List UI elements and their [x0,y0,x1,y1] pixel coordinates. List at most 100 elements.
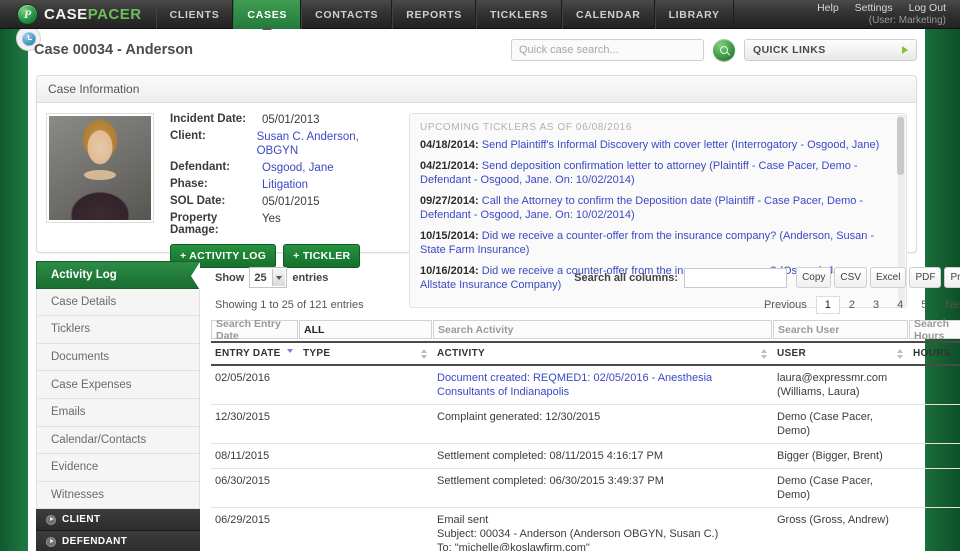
copy-button[interactable]: Copy [796,267,832,288]
field-value-link[interactable]: Osgood, Jane [262,161,334,175]
nav-tab-contacts[interactable]: CONTACTS [301,0,393,29]
expand-right-icon [46,536,56,547]
sidebar-section-defendant[interactable]: DEFENDANT [36,531,200,551]
help-link[interactable]: Help [817,2,839,14]
cell-hours [909,443,960,469]
table-body: 02/05/2016 Document created: REQMED1: 02… [211,365,960,551]
sidebar-item-ticklers[interactable]: Ticklers [36,316,200,344]
case-workspace: Activity Log Case Details Ticklers Docum… [36,261,960,551]
search-all-columns-label: Search all columns: [574,271,679,284]
field-value: 05/01/2015 [262,196,320,208]
tickler-date: 04/21/2014: [420,159,479,172]
tickler-text: Call the Attorney to confirm the Deposit… [420,194,864,222]
brand-wordmark: CASEPACER [44,6,142,23]
pagination-next[interactable]: Next [936,297,960,313]
pagination-previous[interactable]: Previous [755,297,816,313]
table-row[interactable]: 06/29/2015 Email sent Subject: 00034 - A… [211,507,960,551]
search-button[interactable] [713,39,735,61]
print-button[interactable]: Print [944,267,960,288]
nav-tabs: CLIENTS CASES CONTACTS REPORTS TICKLERS … [155,0,734,29]
nav-tab-clients[interactable]: CLIENTS [155,0,234,29]
column-label: TYPE [303,348,331,359]
table-row[interactable]: 06/30/2015 Settlement completed: 06/30/2… [211,468,960,508]
sort-arrows-icon [421,349,428,360]
nav-tab-ticklers[interactable]: TICKLERS [475,0,563,29]
nav-tab-cases[interactable]: CASES [233,0,302,29]
pagination-page-2[interactable]: 2 [840,297,864,313]
sidebar-item-case-expenses[interactable]: Case Expenses [36,371,200,399]
sidebar-item-witnesses[interactable]: Witnesses [36,481,200,510]
pdf-button[interactable]: PDF [909,267,942,288]
column-label: USER [777,348,806,359]
tickler-item[interactable]: 09/27/2014: Call the Attorney to confirm… [420,194,896,223]
quick-case-search-input[interactable] [511,39,704,61]
sidebar-item-documents[interactable]: Documents [36,343,200,372]
left-green-rail [0,29,28,551]
filter-user-input[interactable]: Search User [773,320,908,339]
csv-button[interactable]: CSV [834,267,867,288]
activity-link[interactable]: Document created: REQMED1: 02/05/2016 - … [437,372,712,398]
sort-arrows-icon [287,349,294,360]
filter-activity-input[interactable]: Search Activity [433,320,772,339]
tickler-item[interactable]: 04/18/2014: Send Plaintiff's Informal Di… [420,138,896,153]
field-value-link[interactable]: Susan C. Anderson, OBGYN [257,130,395,158]
field-defendant: Defendant: Osgood, Jane [170,161,395,175]
pagination-page-4[interactable]: 4 [888,297,912,313]
column-header-type[interactable]: TYPE [299,341,433,366]
nav-tab-reports[interactable]: REPORTS [392,0,476,29]
cell-hours [909,507,960,551]
sidebar-item-evidence[interactable]: Evidence [36,454,200,482]
column-header-user[interactable]: USER [773,341,909,366]
sidebar-item-activity-log[interactable]: Activity Log [36,261,200,290]
search-all-columns-input[interactable] [684,267,788,288]
column-header-entry-date[interactable]: ENTRY DATE [211,341,299,366]
filter-entry-date-cell: Search Entry Date [211,318,299,342]
export-buttons: Copy CSV Excel PDF Print [796,267,960,288]
field-phase: Phase: Litigation [170,178,395,192]
cell-user: laura@expressmr.com (Williams, Laura) [773,365,909,405]
column-header-hours[interactable]: HOURS [909,341,960,366]
field-client: Client: Susan C. Anderson, OBGYN [170,130,395,158]
nav-tab-library[interactable]: LIBRARY [654,0,734,29]
sidebar-section-client[interactable]: CLIENT [36,509,200,532]
sidebar-section-label: CLIENT [62,514,101,526]
tickler-text: Send deposition confirmation letter to a… [420,159,858,187]
field-label: SOL Date: [170,195,226,207]
cell-type [299,507,433,551]
filter-user-cell: Search User [773,320,909,342]
page-title: Case 00034 - Anderson [34,42,194,58]
cell-activity: Settlement completed: 08/11/2015 4:16:17… [433,443,773,469]
settings-link[interactable]: Settings [855,2,893,14]
play-arrow-icon [902,46,908,54]
cell-activity[interactable]: Document created: REQMED1: 02/05/2016 - … [433,365,773,405]
table-header-row: ENTRY DATE TYPE ACTIVITY USER HOURS [211,341,960,366]
excel-button[interactable]: Excel [869,267,907,288]
tickler-item[interactable]: 04/21/2014: Send deposition confirmation… [420,159,896,188]
sidebar-item-case-details[interactable]: Case Details [36,288,200,317]
column-header-activity[interactable]: ACTIVITY [433,341,773,366]
page-length-select[interactable]: 25 [249,267,288,288]
nav-tab-calendar[interactable]: CALENDAR [562,0,655,29]
expand-right-icon [46,514,56,525]
table-row[interactable]: 02/05/2016 Document created: REQMED1: 02… [211,365,960,405]
sort-arrows-icon [897,349,904,360]
pagination-page-3[interactable]: 3 [864,297,888,313]
quick-links-dropdown[interactable]: QUICK LINKS [744,39,917,61]
table-row[interactable]: 08/11/2015 Settlement completed: 08/11/2… [211,443,960,469]
pagination-page-1[interactable]: 1 [815,296,840,314]
column-label: ACTIVITY [437,348,485,359]
filter-entry-date-input[interactable]: Search Entry Date [211,318,298,342]
filter-hours-input[interactable]: Search Hours [909,318,960,342]
ticklers-scrollbar-thumb[interactable] [897,117,904,175]
pagination-page-5[interactable]: 5 [912,297,936,313]
field-value-link[interactable]: Litigation [262,178,308,192]
title-bar-tools: QUICK LINKS [511,39,917,61]
sidebar-item-emails[interactable]: Emails [36,398,200,427]
brand-logo[interactable]: CASEPACER [0,0,156,28]
table-row[interactable]: 12/30/2015 Complaint generated: 12/30/20… [211,404,960,444]
tickler-item[interactable]: 10/15/2014: Did we receive a counter-off… [420,229,896,258]
sidebar-item-calendar-contacts[interactable]: Calendar/Contacts [36,426,200,455]
sidebar-section-label: DEFENDANT [62,536,128,548]
filter-type-select[interactable]: ALL [299,320,432,339]
logout-link[interactable]: Log Out [909,2,946,14]
